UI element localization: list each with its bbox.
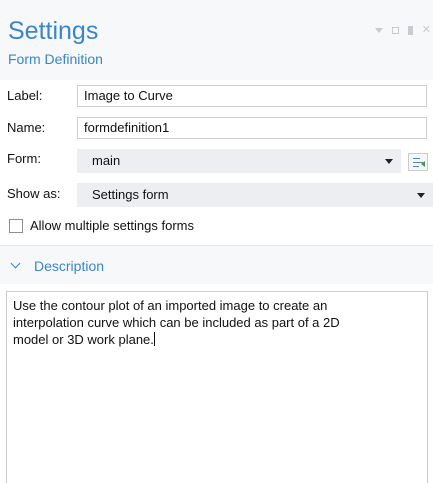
chevron-down-icon bbox=[417, 193, 425, 198]
show-as-select[interactable]: Settings form bbox=[77, 183, 433, 207]
description-textarea[interactable]: Use the contour plot of an imported imag… bbox=[6, 291, 428, 483]
description-section-header[interactable]: Description bbox=[0, 246, 433, 284]
chevron-down-icon[interactable] bbox=[10, 258, 21, 269]
name-field[interactable]: formdefinition1 bbox=[77, 117, 427, 139]
text-cursor bbox=[153, 332, 155, 346]
allow-multiple-label[interactable]: Allow multiple settings forms bbox=[30, 218, 194, 233]
pin-icon[interactable] bbox=[407, 25, 413, 35]
chevron-down-icon bbox=[385, 159, 393, 164]
form-select-value: main bbox=[92, 153, 121, 168]
page-title: Settings bbox=[8, 17, 99, 45]
description-section-title: Description bbox=[34, 258, 105, 274]
close-icon[interactable]: ✕ bbox=[422, 24, 431, 36]
allow-multiple-checkbox[interactable] bbox=[9, 219, 23, 233]
settings-header: Settings Form Definition ✕ bbox=[0, 0, 433, 80]
form-select[interactable]: main bbox=[77, 149, 401, 173]
dropdown-icon[interactable] bbox=[374, 27, 383, 33]
page-subtitle: Form Definition bbox=[8, 51, 103, 67]
label-caption: Label: bbox=[7, 88, 43, 103]
name-caption: Name: bbox=[7, 120, 46, 135]
edit-form-button[interactable] bbox=[408, 153, 428, 171]
form-caption: Form: bbox=[7, 151, 41, 166]
window-controls: ✕ bbox=[374, 24, 431, 36]
label-field[interactable]: Image to Curve bbox=[77, 85, 427, 107]
show-as-caption: Show as: bbox=[7, 186, 61, 201]
description-text: Use the contour plot of an imported imag… bbox=[13, 298, 340, 347]
maximize-icon[interactable] bbox=[391, 26, 399, 34]
edit-form-icon bbox=[413, 158, 420, 159]
show-as-select-value: Settings form bbox=[92, 187, 169, 202]
